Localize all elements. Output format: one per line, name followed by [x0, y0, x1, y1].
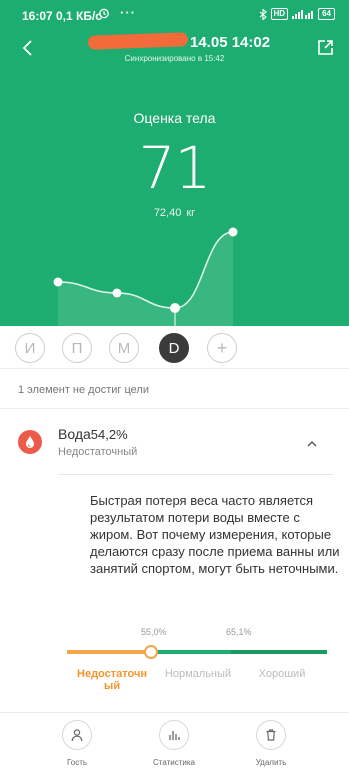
scale-segment-low: [67, 650, 151, 654]
day-selector: И П М D +: [0, 326, 349, 368]
divider: [0, 368, 349, 369]
nav-delete-label: Удалить: [255, 758, 287, 767]
weight-readout: 72,40 кг: [0, 207, 349, 219]
threshold-normal-good: 65,1%: [226, 627, 252, 637]
day-button-0[interactable]: И: [15, 333, 45, 363]
add-measurement-button[interactable]: +: [207, 333, 237, 363]
hero-panel: 16:07 0,1 КБ/с ··· HD 64 14.05 14:02 Син…: [0, 0, 349, 330]
divider: [0, 712, 349, 713]
sync-status: Синхронизировано в 15:42: [124, 54, 225, 63]
threshold-low-normal: 55,0%: [141, 627, 167, 637]
metric-description: Быстрая потеря веса часто является резул…: [90, 493, 340, 576]
trend-point[interactable]: [170, 303, 180, 313]
nav-statistics[interactable]: Статистика: [134, 720, 214, 767]
bluetooth-icon: [259, 8, 267, 20]
nav-guest[interactable]: Гость: [37, 720, 117, 767]
day-button-selected[interactable]: D: [159, 333, 189, 363]
metric-title[interactable]: Вода54,2%: [58, 426, 128, 442]
trend-point[interactable]: [228, 227, 238, 237]
body-score-value: 71: [138, 134, 212, 202]
scale-segment-good: [231, 650, 327, 654]
divider: [58, 474, 333, 475]
bar-chart-icon: [159, 720, 189, 750]
divider: [0, 408, 349, 409]
nav-statistics-label: Статистика: [152, 758, 195, 767]
status-bar: 16:07 0,1 КБ/с ··· HD 64: [0, 0, 349, 30]
day-button-2[interactable]: М: [109, 333, 139, 363]
trend-point[interactable]: [112, 288, 122, 298]
signal-icon: [292, 10, 314, 19]
level-label-good: Хороший: [258, 668, 306, 680]
share-icon[interactable]: [315, 38, 335, 58]
weight-unit: кг: [186, 207, 196, 219]
water-drop-icon: [18, 430, 42, 454]
status-time: 16:07: [22, 9, 53, 23]
measurement-date: 14.05 14:02: [190, 34, 271, 51]
trend-area: [58, 232, 233, 330]
metric-value: 54,2%: [90, 427, 128, 442]
score-trend-chart: [53, 227, 238, 330]
nav-delete[interactable]: Удалить: [231, 720, 311, 767]
volte-badge: HD: [270, 8, 289, 20]
trend-point[interactable]: [53, 277, 63, 287]
goal-notice: 1 элемент не достиг цели: [18, 384, 149, 396]
status-speed: 0,1 КБ/с: [56, 9, 102, 23]
weight-value: 72,40: [153, 207, 182, 219]
trash-icon: [256, 720, 286, 750]
alarm-icon: [98, 7, 110, 22]
status-right-group: HD 64: [259, 8, 335, 20]
metric-status: Недостаточный: [58, 446, 138, 458]
day-button-1[interactable]: П: [62, 333, 92, 363]
nav-guest-label: Гость: [66, 758, 88, 767]
battery-indicator: 64: [318, 8, 335, 20]
level-label-normal: Нормальный: [164, 668, 232, 680]
more-notifications-icon: ···: [120, 5, 136, 20]
score-label: Оценка тела: [133, 110, 216, 126]
scale-segment-normal: [151, 650, 231, 654]
current-value-marker: [144, 645, 158, 659]
metric-name: Вода: [58, 426, 91, 442]
person-icon: [62, 720, 92, 750]
level-label-low: Недостаточн ый: [77, 668, 147, 692]
redacted-name-mark: [87, 32, 189, 50]
collapse-chevron-icon[interactable]: [306, 436, 318, 447]
